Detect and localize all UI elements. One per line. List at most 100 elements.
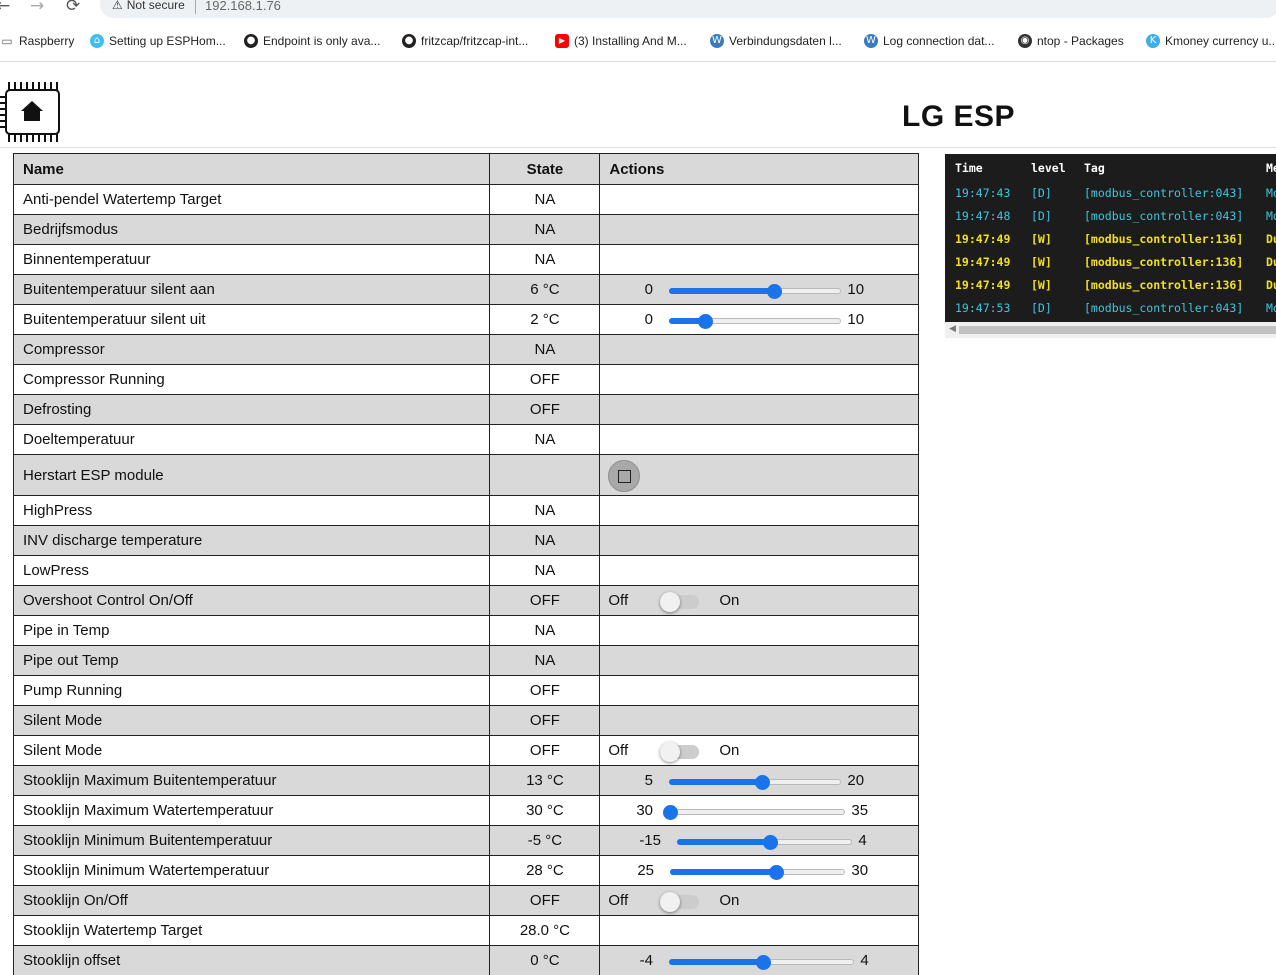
- bookmark-item[interactable]: ▶ (3) Installing And M...: [555, 34, 687, 48]
- value-slider[interactable]: [670, 865, 846, 880]
- table-row: Overshoot Control On/Off OFF Off On: [12, 585, 919, 616]
- chrome-divider: [0, 61, 1276, 62]
- entity-name: Buitentemperatuur silent aan: [12, 274, 491, 305]
- slider-thumb[interactable]: [763, 835, 779, 850]
- table-row: Defrosting OFF: [12, 394, 919, 425]
- slider-fill: [669, 779, 762, 785]
- entity-actions: -15 4: [599, 825, 919, 856]
- bookmark-item[interactable]: ▭ Raspberry: [0, 34, 74, 48]
- log-level: [W]: [1031, 255, 1052, 269]
- slider-max-label: 30: [851, 862, 869, 879]
- toggle-off-label: Off: [608, 592, 629, 609]
- actions-container: [600, 395, 918, 424]
- log-tag: [modbus_controller:043]: [1084, 301, 1244, 315]
- value-slider[interactable]: [669, 284, 842, 299]
- entity-state: 28 °C: [489, 855, 601, 886]
- entity-name: Stooklijn Maximum Watertemperatuur: [12, 795, 491, 826]
- log-horizontal-scrollbar[interactable]: ◀: [945, 322, 1276, 338]
- value-slider[interactable]: [669, 314, 842, 329]
- entity-name: Overshoot Control On/Off: [12, 585, 491, 616]
- log-tag: [modbus_controller:136]: [1084, 278, 1244, 292]
- entity-actions: [599, 394, 919, 425]
- toggle-switch[interactable]: [660, 592, 700, 612]
- log-level: [D]: [1031, 301, 1052, 315]
- slider-thumb[interactable]: [766, 284, 782, 299]
- slider-thumb[interactable]: [755, 955, 771, 970]
- table-header-row: Name State Actions: [12, 153, 919, 185]
- bookmark-item[interactable]: W Log connection dat...: [864, 34, 994, 48]
- actions-container: Off On: [600, 736, 918, 765]
- entities-table: Name State Actions Anti-pendel Watertemp…: [12, 153, 919, 975]
- entity-name: Herstart ESP module: [12, 454, 491, 496]
- entity-actions: [599, 675, 919, 706]
- table-row: HighPress NA: [12, 495, 919, 526]
- value-slider[interactable]: [677, 835, 853, 850]
- toggle-knob[interactable]: [660, 742, 681, 762]
- slider-thumb[interactable]: [769, 865, 785, 880]
- actions-container: -4 4: [600, 946, 918, 975]
- entity-actions: Off On: [599, 585, 919, 616]
- home-logo[interactable]: [0, 82, 64, 142]
- security-indicator[interactable]: ⚠ Not secure: [112, 0, 185, 12]
- entity-name: Silent Mode: [12, 705, 491, 736]
- back-arrow-icon[interactable]: ←: [0, 0, 10, 16]
- entity-state: 30 °C: [489, 795, 601, 826]
- log-message: Mo: [1266, 186, 1276, 200]
- warning-triangle-icon: ⚠: [112, 0, 123, 12]
- entity-name: Compressor Running: [12, 364, 491, 395]
- log-time: 19:47:49: [955, 278, 1011, 292]
- entity-state: NA: [489, 244, 601, 275]
- entity-actions: [599, 915, 919, 946]
- log-time: 19:47:49: [955, 232, 1011, 246]
- toggle-knob[interactable]: [660, 592, 681, 612]
- log-time: 19:47:53: [955, 301, 1011, 315]
- bookmark-item[interactable]: W Verbindungsdaten l...: [710, 34, 842, 48]
- scroll-left-icon[interactable]: ◀: [949, 324, 956, 334]
- toggle-switch[interactable]: [660, 742, 700, 762]
- value-slider[interactable]: [669, 775, 842, 790]
- entity-actions: Off On: [599, 735, 919, 766]
- toggle-on-label: On: [719, 892, 740, 909]
- log-panel: Time level Tag Me 19:47:43 [D] [modbus_con…: [945, 154, 1276, 338]
- entity-actions: [599, 555, 919, 586]
- bookmark-label: fritzcap/fritzcap-int...: [421, 34, 529, 48]
- toggle-switch[interactable]: [660, 892, 700, 912]
- slider-fill: [670, 869, 776, 875]
- entity-state: 2 °C: [489, 304, 601, 335]
- scrollbar-thumb[interactable]: [959, 326, 1276, 334]
- forward-arrow-icon[interactable]: →: [30, 0, 44, 16]
- bookmark-item[interactable]: ⌂ Setting up ESPHom...: [90, 34, 226, 48]
- slider-thumb[interactable]: [663, 805, 679, 820]
- home-assistant-icon: ⌂: [90, 34, 104, 48]
- entity-state: NA: [489, 615, 601, 646]
- actions-container: 25 30: [600, 856, 918, 885]
- entity-actions: 5 20: [599, 765, 919, 796]
- entity-name: Stooklijn On/Off: [12, 885, 491, 916]
- slider-thumb[interactable]: [755, 775, 771, 790]
- table-row: Buitentemperatuur silent aan 6 °C 0 10: [12, 274, 919, 305]
- value-slider[interactable]: [663, 805, 846, 820]
- log-level: [D]: [1031, 209, 1052, 223]
- slider-thumb[interactable]: [697, 314, 713, 329]
- value-slider[interactable]: [669, 955, 855, 970]
- slider-fill: [677, 839, 770, 845]
- bookmark-item[interactable]: ● Endpoint is only ava...: [244, 34, 380, 48]
- toggle-knob[interactable]: [660, 892, 681, 912]
- reload-icon[interactable]: ⟳: [66, 0, 80, 16]
- bookmark-item[interactable]: ◉ ntop - Packages: [1018, 34, 1124, 48]
- table-body: Anti-pendel Watertemp Target NA Bedrijfsmo…: [12, 184, 919, 975]
- log-message: Du: [1266, 232, 1276, 246]
- actions-container: [600, 425, 918, 454]
- entity-state: [489, 454, 601, 496]
- url-text[interactable]: 192.168.1.76: [205, 0, 281, 13]
- bookmark-item[interactable]: K Kmoney currency u...: [1146, 34, 1276, 48]
- slider-min-label: 0: [644, 311, 653, 328]
- actions-container: [600, 646, 918, 675]
- entity-name: Stooklijn Watertemp Target: [12, 915, 491, 946]
- actions-container: [600, 365, 918, 394]
- restart-button[interactable]: [608, 460, 641, 492]
- log-message: Mo: [1266, 209, 1276, 223]
- entity-actions: 30 35: [599, 795, 919, 826]
- bookmark-item[interactable]: ● fritzcap/fritzcap-int...: [402, 34, 528, 48]
- bookmark-label: Raspberry: [19, 34, 75, 48]
